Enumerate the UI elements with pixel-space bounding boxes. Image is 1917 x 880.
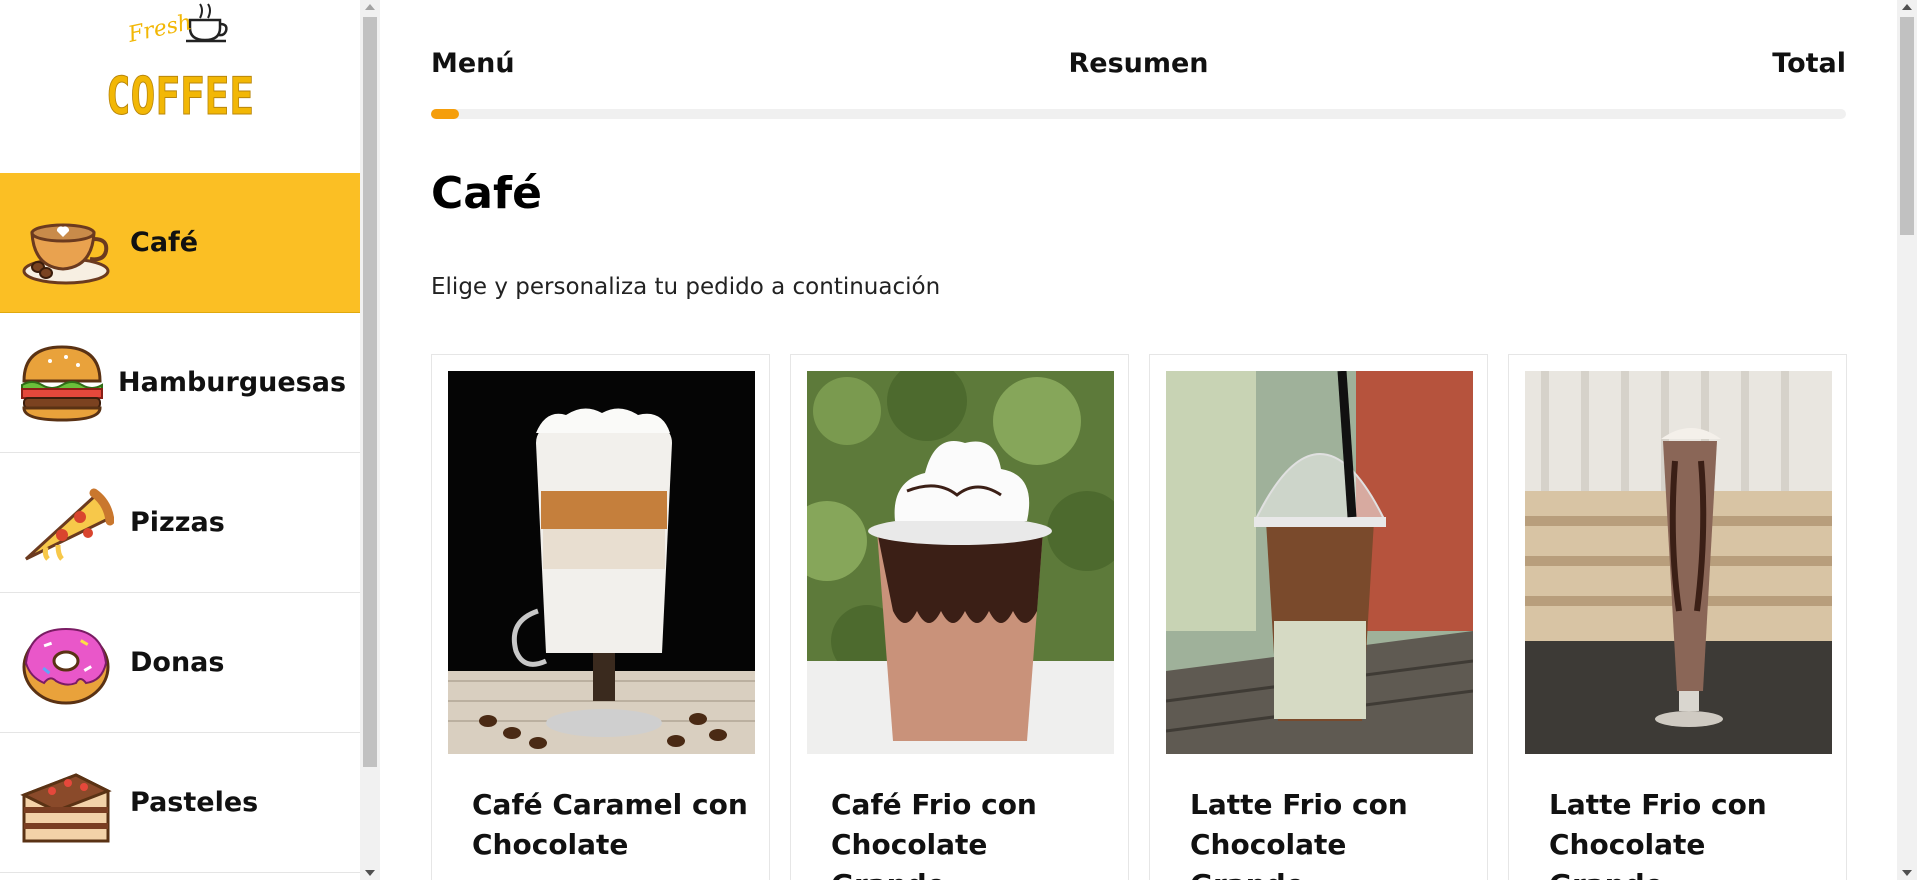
product-image (807, 371, 1114, 754)
logo-main-text: COFFEE (106, 67, 254, 120)
logo-script-text: Fresh (125, 10, 194, 48)
step-total[interactable]: Total (1772, 48, 1846, 79)
order-steps: Resumen Menú Total (431, 48, 1846, 88)
scroll-up-arrow-icon[interactable] (1902, 4, 1912, 10)
donut-icon (22, 627, 110, 704)
product-image (1525, 371, 1832, 754)
page-title: Café (431, 168, 542, 219)
sidebar-item-label: Donas (130, 647, 225, 678)
pizza-slice-icon (24, 488, 114, 561)
sidebar-item-pasteles[interactable]: Pasteles (0, 733, 360, 873)
product-image (1166, 371, 1473, 754)
coffee-cup-icon (22, 223, 110, 284)
scrollbar-thumb[interactable] (1900, 17, 1914, 235)
product-image (448, 371, 755, 754)
step-summary[interactable]: Resumen (431, 48, 1846, 79)
product-card[interactable]: Latte Frio con Chocolate Grande (1149, 354, 1488, 880)
progress-fill (431, 109, 460, 119)
sidebar: Fresh COFFEE Café Hamburguesas Pizzas Do… (0, 0, 360, 880)
scroll-down-arrow-icon[interactable] (365, 870, 375, 876)
sidebar-item-label: Hamburguesas (118, 367, 347, 398)
product-name: Café Frio con Chocolate Grande (831, 788, 1037, 880)
sidebar-item-label: Café (130, 227, 199, 258)
page-subtitle: Elige y personaliza tu pedido a continua… (431, 274, 941, 300)
scroll-down-arrow-icon[interactable] (1902, 870, 1912, 876)
cake-slice-icon (20, 772, 112, 842)
sidebar-item-label: Pizzas (130, 507, 225, 538)
burger-icon (21, 344, 103, 422)
progress-bar (431, 109, 1846, 119)
sidebar-item-hamburguesas[interactable]: Hamburguesas (0, 313, 360, 453)
product-grid: Café Caramel con Chocolate Café Frio con… (431, 354, 1847, 880)
main-content: Resumen Menú Total Café Elige y personal… (380, 0, 1897, 880)
sidebar-scrollbar[interactable] (360, 0, 380, 880)
product-name: Latte Frio con Chocolate Grande (1190, 788, 1408, 880)
sidebar-item-pizzas[interactable]: Pizzas (0, 453, 360, 593)
sidebar-item-donas[interactable]: Donas (0, 593, 360, 733)
product-card[interactable]: Café Frio con Chocolate Grande (790, 354, 1129, 880)
scroll-up-arrow-icon[interactable] (365, 4, 375, 10)
step-menu[interactable]: Menú (431, 48, 515, 79)
sidebar-item-label: Pasteles (130, 787, 259, 818)
brand-logo[interactable]: Fresh COFFEE (100, 2, 260, 128)
scrollbar-thumb[interactable] (363, 17, 377, 767)
product-card[interactable]: Latte Frio con Chocolate Grande (1508, 354, 1847, 880)
product-name: Café Caramel con Chocolate (472, 788, 748, 861)
page-scrollbar[interactable] (1897, 0, 1917, 880)
product-card[interactable]: Café Caramel con Chocolate (431, 354, 770, 880)
sidebar-item-cafe[interactable]: Café (0, 173, 360, 313)
product-name: Latte Frio con Chocolate Grande (1549, 788, 1767, 880)
app: Fresh COFFEE Café Hamburguesas Pizzas Do… (0, 0, 1917, 880)
